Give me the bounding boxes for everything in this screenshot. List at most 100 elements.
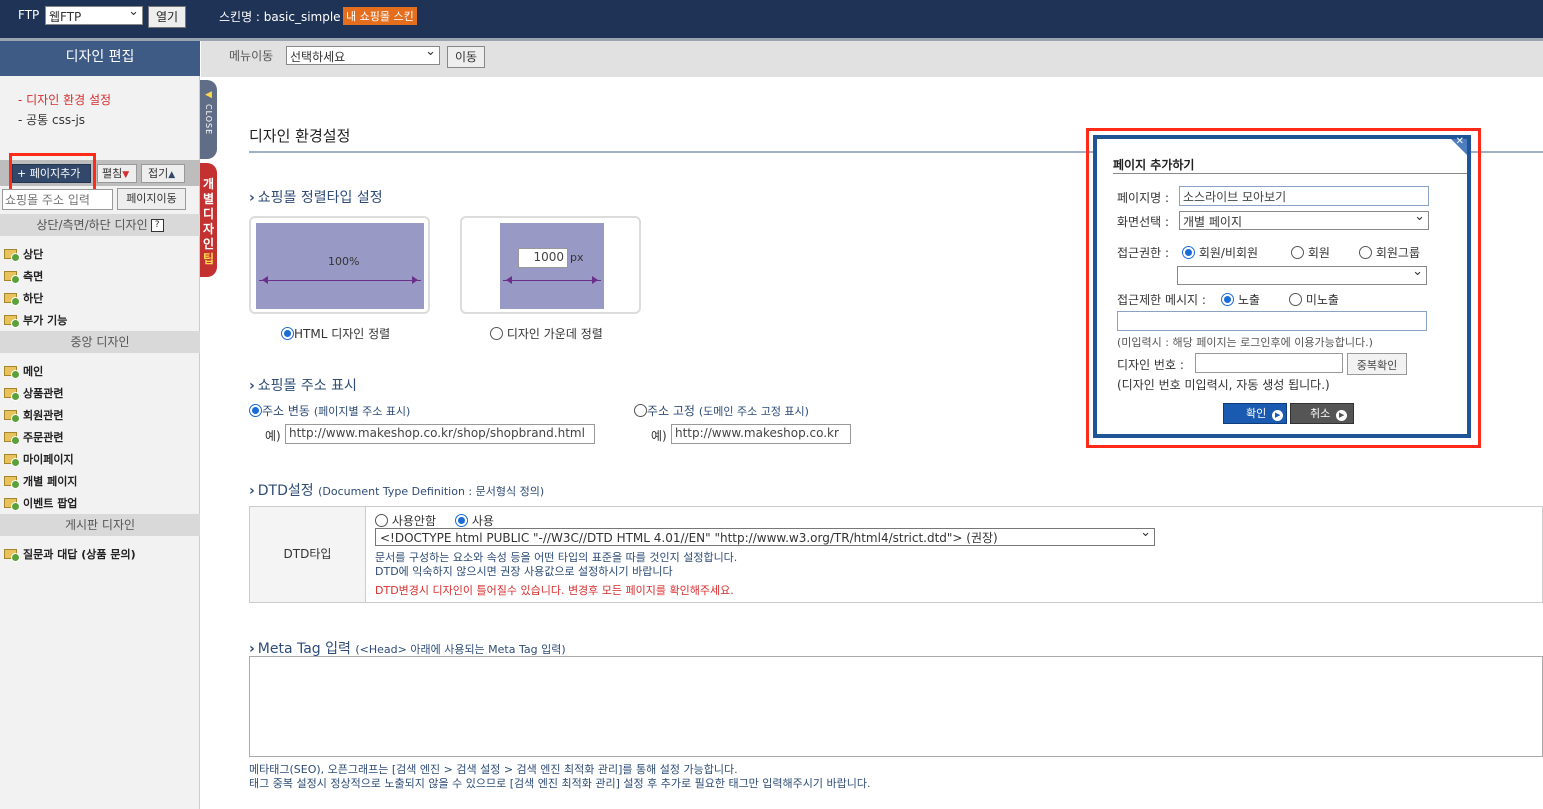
example-label: 예) xyxy=(265,429,281,443)
help-icon[interactable]: ? xyxy=(150,219,164,232)
section-heading-sub: (<Head> 아래에 사용되는 Meta Tag 입력) xyxy=(355,643,566,656)
section-heading-text: DTD설정 xyxy=(257,483,314,499)
folder-icon xyxy=(4,432,20,445)
ftp-select[interactable]: 웹FTP xyxy=(45,4,143,25)
tree-item-label: 이벤트 팝업 xyxy=(23,497,78,510)
align-option-html-preview[interactable]: 100% xyxy=(249,216,430,314)
confirm-button[interactable]: 확인 ▶ xyxy=(1223,403,1287,424)
tree-item-qna[interactable]: 질문과 대답 (상품 문의) xyxy=(4,546,136,562)
restrict-option-hide[interactable]: 미노출 xyxy=(1289,291,1339,308)
access-option-member[interactable]: 회원 xyxy=(1291,244,1330,261)
dtd-select[interactable]: <!DOCTYPE html PUBLIC "-//W3C//DTD HTML … xyxy=(375,525,1155,546)
align-option-html[interactable]: HTML 디자인 정렬 xyxy=(281,325,390,342)
menu-select[interactable]: 선택하세요 xyxy=(286,44,440,65)
chevron-right-icon: › xyxy=(249,378,255,394)
address-example-variable: http://www.makeshop.co.kr/shop/shopbrand… xyxy=(285,424,595,444)
screen-select[interactable]: 개별 페이지 xyxy=(1179,209,1429,230)
align-option-center-preview[interactable]: 1000 px xyxy=(460,216,641,314)
folder-icon xyxy=(4,293,20,306)
access-option-all[interactable]: 회원/비회원 xyxy=(1182,244,1258,261)
tree-item-mypage[interactable]: 마이페이지 xyxy=(4,451,74,467)
ftp-label: FTP xyxy=(18,8,40,22)
dtd-option-off[interactable]: 사용안함 xyxy=(375,512,436,529)
radio-icon[interactable] xyxy=(490,327,503,340)
tree-item-side[interactable]: 측면 xyxy=(4,268,43,284)
radio-icon[interactable] xyxy=(1359,246,1372,259)
page-name-input[interactable]: 소스라이브 모아보기 xyxy=(1179,186,1429,206)
align-preview-label: 100% xyxy=(328,255,360,268)
arrow-left-icon: ◀ xyxy=(205,90,212,100)
tree-item-individual-page[interactable]: 개별 페이지 xyxy=(4,473,77,489)
radio-icon[interactable] xyxy=(1289,293,1302,306)
close-icon[interactable]: ✕ xyxy=(1456,136,1464,147)
tree-item-product[interactable]: 상품관련 xyxy=(4,385,63,401)
move-page-button[interactable]: 페이지이동 xyxy=(117,188,186,210)
design-number-input[interactable] xyxy=(1195,353,1343,373)
dtd-option-on[interactable]: 사용 xyxy=(455,512,494,529)
expand-button[interactable]: 펼침▼ xyxy=(97,164,137,183)
tree-item-main[interactable]: 메인 xyxy=(4,363,43,379)
radio-selected-icon[interactable] xyxy=(455,514,468,527)
my-skin-badge[interactable]: 내 쇼핑몰 스킨 xyxy=(343,7,417,25)
radio-label: HTML 디자인 정렬 xyxy=(294,327,391,341)
design-tip-tab[interactable]: 개 별 디 자 인 팁 xyxy=(200,163,217,277)
radio-label: 회원그룹 xyxy=(1375,246,1420,260)
align-option-center[interactable]: 디자인 가운데 정렬 xyxy=(490,325,603,342)
design-number-label: 디자인 번호 : xyxy=(1117,358,1184,372)
tree-item-bottom[interactable]: 하단 xyxy=(4,290,43,306)
tree-item-member[interactable]: 회원관련 xyxy=(4,407,63,423)
tree-item-top[interactable]: 상단 xyxy=(4,246,43,262)
menu-move-label: 메뉴이동 xyxy=(229,49,274,63)
width-input[interactable]: 1000 xyxy=(518,248,568,268)
radio-icon[interactable] xyxy=(634,404,647,417)
meta-tag-textarea[interactable] xyxy=(249,656,1543,757)
menu-bar: 메뉴이동 선택하세요 이동 xyxy=(201,41,1543,77)
tree-item-label: 상품관련 xyxy=(23,387,64,400)
radio-label: 사용 xyxy=(471,514,494,528)
radio-label: 주소 고정 xyxy=(647,404,695,418)
chevron-right-icon: › xyxy=(249,483,255,499)
tree-item-label: 개별 페이지 xyxy=(23,475,78,488)
radio-icon[interactable] xyxy=(1291,246,1304,259)
address-option-variable[interactable]: 주소 변동 (페이지별 주소 표시) xyxy=(249,402,410,419)
shop-url-input[interactable] xyxy=(2,189,113,210)
example-label: 예) xyxy=(651,429,667,443)
section-heading-sub: (Document Type Definition : 문서형식 정의) xyxy=(318,485,545,498)
duplicate-check-button[interactable]: 중복확인 xyxy=(1347,353,1407,375)
folder-icon xyxy=(4,549,20,562)
skin-name: 스킨명 : basic_simple xyxy=(219,10,341,24)
tip-char: 인 xyxy=(202,237,215,251)
member-group-select[interactable] xyxy=(1177,264,1427,285)
page-title: 디자인 환경설정 xyxy=(249,127,351,145)
close-sidebar-tab[interactable]: ◀ CLOSE xyxy=(200,80,217,159)
radio-desc: (페이지별 주소 표시) xyxy=(313,405,411,418)
tree-item-label: 회원관련 xyxy=(23,409,64,422)
tip-char: 팁 xyxy=(202,252,215,266)
folder-icon xyxy=(4,454,20,467)
collapse-button[interactable]: 접기▲ xyxy=(141,164,185,183)
radio-icon[interactable] xyxy=(375,514,388,527)
sidebar-link-design-settings[interactable]: - 디자인 환경 설정 xyxy=(18,90,111,110)
open-button[interactable]: 열기 xyxy=(148,6,186,28)
restrict-option-show[interactable]: 노출 xyxy=(1221,291,1260,308)
section-title: 상단/측면/하단 디자인 xyxy=(36,218,148,232)
tree-item-event-popup[interactable]: 이벤트 팝업 xyxy=(4,495,77,511)
cancel-button[interactable]: 취소 ▶ xyxy=(1290,403,1354,424)
menu-go-button[interactable]: 이동 xyxy=(447,46,485,68)
radio-selected-icon[interactable] xyxy=(249,404,262,417)
tree-item-extra[interactable]: 부가 기능 xyxy=(4,312,67,328)
tree-item-order[interactable]: 주문관련 xyxy=(4,429,63,445)
add-page-modal: 페이지 추가하기 페이지명 : 소스라이브 모아보기 화면선택 : 개별 페이지… xyxy=(1093,135,1471,438)
folder-icon xyxy=(4,498,20,511)
section-header-top-side-bottom: 상단/측면/하단 디자인? xyxy=(0,214,200,236)
tip-char: 개 xyxy=(202,177,215,191)
address-option-fixed[interactable]: 주소 고정 (도메인 주소 고정 표시) xyxy=(634,402,809,419)
radio-selected-icon[interactable] xyxy=(1221,293,1234,306)
sidebar-link-common-css-js[interactable]: - 공통 css-js xyxy=(18,110,111,130)
radio-selected-icon[interactable] xyxy=(281,327,294,340)
access-option-group[interactable]: 회원그룹 xyxy=(1359,244,1420,261)
radio-selected-icon[interactable] xyxy=(1182,246,1195,259)
restrict-message-input[interactable] xyxy=(1117,311,1427,331)
menu-select-value: 선택하세요 xyxy=(290,50,346,64)
address-example-fixed: http://www.makeshop.co.kr xyxy=(671,424,851,444)
